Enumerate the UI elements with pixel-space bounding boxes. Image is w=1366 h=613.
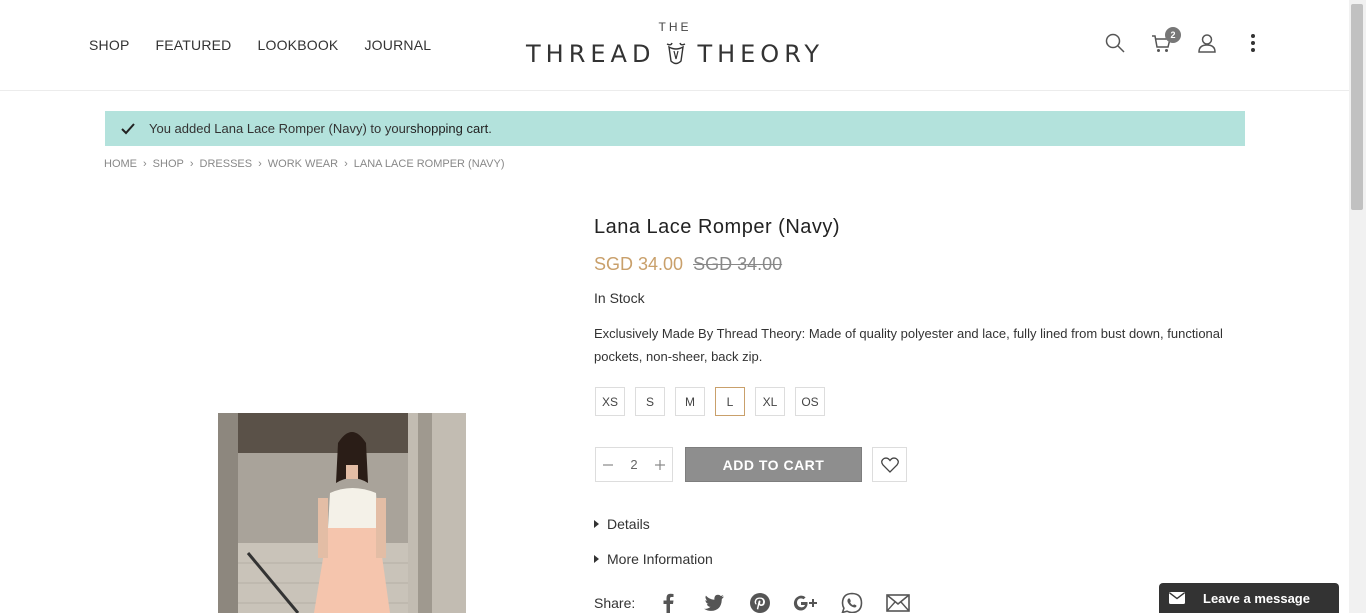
caret-right-icon xyxy=(594,520,599,528)
twitter-icon[interactable] xyxy=(701,590,727,613)
logo-word-right: THEORY xyxy=(697,40,824,68)
stock-status: In Stock xyxy=(594,290,645,306)
success-message: You added Lana Lace Romper (Navy) to you… xyxy=(105,111,1245,146)
checkmark-icon xyxy=(121,122,135,134)
share-bar: Share: xyxy=(594,590,911,613)
size-option-xs[interactable]: XS xyxy=(595,387,625,416)
heart-icon xyxy=(880,456,899,473)
details-label: Details xyxy=(607,516,650,532)
email-icon[interactable] xyxy=(885,590,911,613)
quantity-input[interactable] xyxy=(623,457,645,472)
product-prices: SGD 34.00 SGD 34.00 xyxy=(594,254,782,275)
nav-lookbook[interactable]: LOOKBOOK xyxy=(258,37,339,53)
breadcrumb-dresses[interactable]: DRESSES xyxy=(200,158,253,170)
chevron-right-icon: › xyxy=(344,158,348,170)
breadcrumb-current: LANA LACE ROMPER (NAVY) xyxy=(353,158,505,170)
wishlist-button[interactable] xyxy=(872,447,907,482)
message-suffix: . xyxy=(488,121,492,136)
nav-shop[interactable]: SHOP xyxy=(89,37,129,53)
cart-icon[interactable]: 2 xyxy=(1150,27,1181,54)
details-toggle[interactable]: Details xyxy=(594,516,650,532)
product-image[interactable] xyxy=(218,413,466,613)
breadcrumb: HOME › SHOP › DRESSES › WORK WEAR › LANA LAC… xyxy=(104,158,505,170)
product-photo-illustration xyxy=(218,413,466,613)
caret-right-icon xyxy=(594,555,599,563)
nav-journal[interactable]: JOURNAL xyxy=(364,37,431,53)
chevron-right-icon: › xyxy=(143,158,147,170)
main-nav: SHOP FEATURED LOOKBOOK JOURNAL xyxy=(89,37,431,53)
logo-emblem-icon xyxy=(667,42,686,65)
search-icon[interactable] xyxy=(1104,32,1126,54)
shopping-cart-link[interactable]: shopping cart xyxy=(410,121,488,136)
breadcrumb-work-wear[interactable]: WORK WEAR xyxy=(268,158,338,170)
chevron-right-icon: › xyxy=(258,158,262,170)
size-option-l[interactable]: L xyxy=(715,387,745,416)
google-plus-icon[interactable] xyxy=(793,590,819,613)
size-option-xl[interactable]: XL xyxy=(755,387,785,416)
header-icons: 2 xyxy=(1104,27,1264,54)
pinterest-icon[interactable] xyxy=(747,590,773,613)
account-icon[interactable] xyxy=(1196,32,1218,54)
logo-word-left: THREAD xyxy=(525,40,656,68)
cart-count-badge: 2 xyxy=(1165,27,1181,43)
logo-the: THE xyxy=(658,20,692,34)
product-title: Lana Lace Romper (Navy) xyxy=(594,216,841,238)
leave-message-chat-button[interactable]: Leave a message xyxy=(1159,583,1339,613)
product-old-price: SGD 34.00 xyxy=(693,254,783,274)
product-description: Exclusively Made By Thread Theory: Made … xyxy=(594,326,1223,364)
quantity-stepper xyxy=(595,447,673,482)
minus-icon[interactable] xyxy=(599,456,617,474)
product-price: SGD 34.00 xyxy=(594,254,684,274)
chat-label: Leave a message xyxy=(1203,590,1310,606)
add-to-cart-button[interactable]: ADD TO CART xyxy=(685,447,862,482)
breadcrumb-shop[interactable]: SHOP xyxy=(153,158,184,170)
site-header: SHOP FEATURED LOOKBOOK JOURNAL THE THREA… xyxy=(0,0,1349,91)
chevron-right-icon: › xyxy=(189,158,194,170)
size-selector: XS S M L XL OS xyxy=(595,387,825,416)
message-text: You added Lana Lace Romper (Navy) to you… xyxy=(149,121,411,136)
breadcrumb-home[interactable]: HOME xyxy=(104,158,137,170)
size-option-s[interactable]: S xyxy=(635,387,665,416)
facebook-icon[interactable] xyxy=(655,590,681,613)
site-logo[interactable]: THE THREAD THEORY xyxy=(520,20,830,70)
scrollbar-thumb[interactable] xyxy=(1351,4,1363,210)
more-menu-icon[interactable] xyxy=(1242,32,1264,54)
plus-icon[interactable] xyxy=(651,456,669,474)
envelope-icon xyxy=(1169,592,1185,604)
more-information-label: More Information xyxy=(607,551,713,567)
more-information-toggle[interactable]: More Information xyxy=(594,551,713,567)
size-option-m[interactable]: M xyxy=(675,387,705,416)
page-scrollbar[interactable] xyxy=(1349,0,1366,613)
size-option-os[interactable]: OS xyxy=(795,387,825,416)
nav-featured[interactable]: FEATURED xyxy=(155,37,231,53)
whatsapp-icon[interactable] xyxy=(839,590,865,613)
share-label: Share: xyxy=(594,595,636,611)
